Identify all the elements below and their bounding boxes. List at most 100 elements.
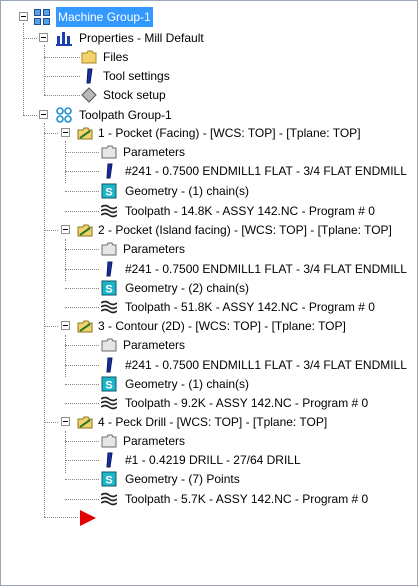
geometry-label: Geometry - (1) chain(s): [125, 184, 250, 198]
parameters-folder-icon: [101, 145, 117, 159]
tree-line: [65, 211, 99, 212]
collapse-toggle[interactable]: [61, 321, 70, 330]
tree-line: [44, 76, 80, 77]
tool-label: #1 - 0.4219 DRILL - 27/64 DRILL: [125, 453, 301, 467]
toolpath-group-label: Toolpath Group-1: [79, 108, 172, 122]
operation-label: 3 - Contour (2D) - [WCS: TOP] - [Tplane:…: [98, 319, 346, 333]
tree-node-operation[interactable]: 2 - Pocket (Island facing) - [WCS: TOP] …: [1, 220, 417, 240]
tree-line: [65, 479, 99, 480]
toolpath-icon: [101, 300, 117, 314]
tree-node-toolpath[interactable]: Toolpath - 51.8K - ASSY 142.NC - Program…: [1, 297, 417, 317]
tree-node-parameters[interactable]: Parameters: [1, 431, 417, 451]
operation-icon: [77, 224, 93, 237]
toolpath-icon: [101, 396, 117, 410]
tree-node-toolpath[interactable]: Toolpath - 5.7K - ASSY 142.NC - Program …: [1, 489, 417, 509]
tree-line: [23, 115, 37, 116]
tree-node-tool[interactable]: #1 - 0.4219 DRILL - 27/64 DRILL: [1, 450, 417, 470]
svg-text:S: S: [105, 284, 112, 296]
tree-line: [65, 269, 99, 270]
svg-text:S: S: [105, 187, 112, 199]
tree-line: [65, 171, 99, 172]
tree-node-operation[interactable]: 1 - Pocket (Facing) - [WCS: TOP] - [Tpla…: [1, 123, 417, 143]
tree-line: [65, 460, 99, 461]
tree-node-toolpath-group[interactable]: Toolpath Group-1: [1, 105, 417, 125]
tree-line: [23, 38, 37, 39]
collapse-toggle[interactable]: [19, 12, 28, 21]
tree-line: [65, 152, 99, 153]
tree-node-parameters[interactable]: Parameters: [1, 335, 417, 355]
operation-icon: [77, 127, 93, 140]
operations-manager-panel: Machine Group-1 Properties - Mill Defaul…: [0, 0, 418, 586]
tree-node-tool[interactable]: #241 - 0.7500 ENDMILL1 FLAT - 3/4 FLAT E…: [1, 161, 417, 181]
tree-line: [65, 288, 99, 289]
tool-icon: [106, 357, 113, 373]
tree-node-toolpath[interactable]: Toolpath - 9.2K - ASSY 142.NC - Program …: [1, 393, 417, 413]
tree-line: [44, 326, 58, 327]
toolpath-label: Toolpath - 51.8K - ASSY 142.NC - Program…: [125, 300, 375, 314]
toolpath-icon: [101, 204, 117, 218]
operation-label: 4 - Peck Drill - [WCS: TOP] - [Tplane: T…: [98, 415, 328, 429]
geometry-label: Geometry - (2) chain(s): [125, 281, 250, 295]
tool-label: #241 - 0.7500 ENDMILL1 FLAT - 3/4 FLAT E…: [125, 262, 407, 276]
tree-node-geometry[interactable]: S Geometry - (2) chain(s): [1, 278, 417, 298]
machine-group-label: Machine Group-1: [56, 7, 153, 27]
tree-node-parameters[interactable]: Parameters: [1, 142, 417, 162]
tool-icon: [106, 452, 113, 468]
geometry-icon: S: [101, 471, 117, 487]
tree-line: [65, 365, 99, 366]
tree-node-toolpath[interactable]: Toolpath - 14.8K - ASSY 142.NC - Program…: [1, 201, 417, 221]
geometry-label: Geometry - (1) chain(s): [125, 377, 250, 391]
tree-node-geometry[interactable]: S Geometry - (1) chain(s): [1, 181, 417, 201]
parameters-folder-icon: [101, 338, 117, 352]
svg-text:S: S: [105, 475, 112, 487]
collapse-toggle[interactable]: [39, 110, 48, 119]
insert-arrow-marker[interactable]: [1, 509, 121, 529]
parameters-folder-icon: [101, 242, 117, 256]
collapse-toggle[interactable]: [61, 225, 70, 234]
files-label: Files: [103, 50, 129, 64]
tree-line: [65, 345, 99, 346]
tree-node-machine-group[interactable]: Machine Group-1: [1, 7, 417, 27]
tree-node-operation[interactable]: 4 - Peck Drill - [WCS: TOP] - [Tplane: T…: [1, 412, 417, 432]
svg-text:S: S: [105, 380, 112, 392]
tool-icon: [106, 261, 113, 277]
insert-arrow-icon: [80, 510, 96, 526]
tree-node-parameters[interactable]: Parameters: [1, 239, 417, 259]
tool-icon: [86, 68, 93, 84]
operation-icon: [77, 416, 93, 429]
toolpath-icon: [101, 492, 117, 506]
parameters-label: Parameters: [123, 145, 186, 159]
stock-icon: [81, 87, 97, 103]
folder-icon: [81, 50, 97, 64]
tree-node-files[interactable]: Files: [1, 47, 417, 67]
tree-node-tool[interactable]: #241 - 0.7500 ENDMILL1 FLAT - 3/4 FLAT E…: [1, 355, 417, 375]
tree-node-geometry[interactable]: S Geometry - (1) chain(s): [1, 374, 417, 394]
tree-line: [44, 230, 58, 231]
tree-line: [65, 384, 99, 385]
tree-line: [44, 133, 58, 134]
tree-line: [44, 517, 78, 518]
parameters-label: Parameters: [123, 434, 186, 448]
tree-line: [44, 57, 80, 58]
tree-node-geometry[interactable]: S Geometry - (7) Points: [1, 469, 417, 489]
tool-settings-label: Tool settings: [103, 69, 170, 83]
parameters-label: Parameters: [123, 338, 186, 352]
tree-node-operation[interactable]: 3 - Contour (2D) - [WCS: TOP] - [Tplane:…: [1, 316, 417, 336]
operation-icon: [77, 320, 93, 333]
toolpath-label: Toolpath - 5.7K - ASSY 142.NC - Program …: [125, 492, 369, 506]
tree-node-tool[interactable]: #241 - 0.7500 ENDMILL1 FLAT - 3/4 FLAT E…: [1, 259, 417, 279]
stock-setup-label: Stock setup: [103, 88, 166, 102]
machine-group-icon: [34, 9, 50, 25]
tool-icon: [106, 163, 113, 179]
collapse-toggle[interactable]: [61, 417, 70, 426]
tree-node-tool-settings[interactable]: Tool settings: [1, 66, 417, 86]
toolpath-group-icon: [56, 107, 72, 123]
tree-line: [65, 191, 99, 192]
collapse-toggle[interactable]: [39, 33, 48, 42]
tree-node-stock-setup[interactable]: Stock setup: [1, 85, 417, 105]
operation-label: 1 - Pocket (Facing) - [WCS: TOP] - [Tpla…: [98, 126, 361, 140]
toolpath-label: Toolpath - 14.8K - ASSY 142.NC - Program…: [125, 204, 375, 218]
collapse-toggle[interactable]: [61, 128, 70, 137]
tree-line: [65, 499, 99, 500]
tree-node-properties[interactable]: Properties - Mill Default: [1, 28, 417, 48]
